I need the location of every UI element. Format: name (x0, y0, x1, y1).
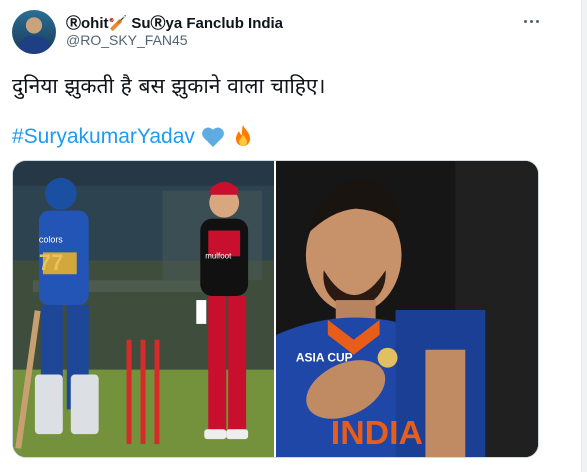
jersey-text: mulfoot (205, 251, 232, 260)
media-grid: 77 colors mulfoot ASIA CUP INDIA (12, 160, 539, 458)
cricket-player-photo: ASIA CUP INDIA (276, 161, 538, 457)
jersey-number: 77 (39, 250, 63, 275)
display-name[interactable]: Ⓡohit🏏 SuⓇya Fanclub India (66, 12, 283, 33)
photo-right[interactable]: ASIA CUP INDIA (276, 161, 538, 457)
name-row: Ⓡohit🏏 SuⓇya Fanclub India (66, 12, 283, 32)
hashtag-link[interactable]: #SuryakumarYadav (12, 125, 195, 149)
user-handle[interactable]: @RO_SKY_FAN45 (66, 32, 188, 48)
jersey-country-text: INDIA (331, 414, 423, 452)
blue-heart-icon (202, 127, 224, 147)
more-horizontal-icon[interactable] (520, 12, 542, 30)
scrollbar[interactable] (581, 0, 587, 472)
tweet-text: दुनिया झुकती है बस झुकाने वाला चाहिए। (12, 74, 326, 98)
avatar-shirt (19, 36, 49, 54)
sponsor-text: ASIA CUP (296, 351, 353, 365)
brand-text: colors (39, 234, 63, 244)
photo-left[interactable]: 77 colors mulfoot (13, 161, 274, 457)
fire-icon (235, 125, 250, 146)
tweet-card: Ⓡohit🏏 SuⓇya Fanclub India @RO_SKY_FAN45… (0, 0, 587, 472)
avatar[interactable] (12, 10, 56, 54)
cricket-match-photo: 77 colors mulfoot (13, 161, 274, 457)
hashtag-row: #SuryakumarYadav (12, 124, 255, 150)
